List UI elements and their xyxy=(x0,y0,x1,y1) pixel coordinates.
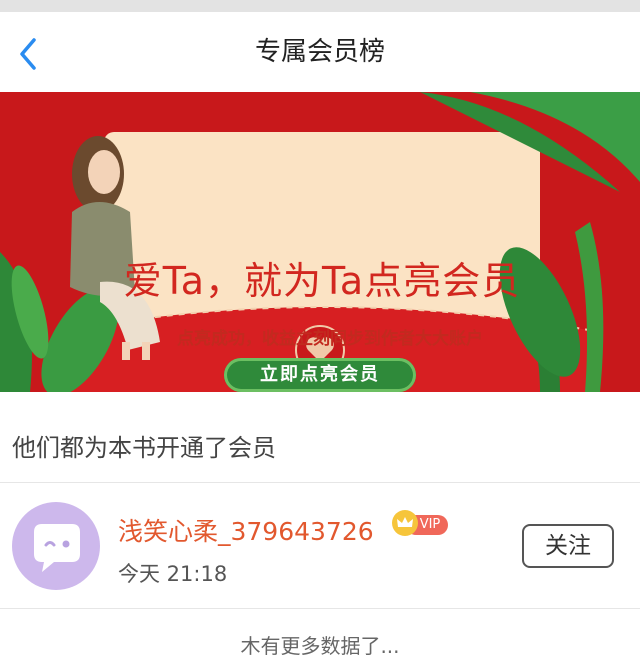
member-list-item[interactable]: 浅笑心柔_379643726 VIP 今天 21:18 关注 xyxy=(0,488,640,608)
banner-subtitle: 点亮成功，收益立刻同步到作者大大账户 xyxy=(177,329,483,349)
banner-headline: 爱Ta，就为Ta点亮会员 xyxy=(123,259,521,303)
follow-button[interactable]: 关注 xyxy=(522,524,614,568)
page-title: 专属会员榜 xyxy=(254,37,385,67)
divider xyxy=(0,482,640,483)
divider xyxy=(0,608,640,609)
member-timestamp: 今天 21:18 xyxy=(118,562,228,586)
promo-banner[interactable]: 爱Ta，就为Ta点亮会员 点亮成功，收益立刻同步到作者大大账户 立即点亮会员 xyxy=(0,92,640,392)
no-more-data-text: 木有更多数据了... xyxy=(240,634,400,656)
chevron-left-icon xyxy=(20,38,36,70)
section-title: 他们都为本书开通了会员 xyxy=(12,434,276,462)
member-name[interactable]: 浅笑心柔_379643726 xyxy=(118,512,374,548)
crown-icon xyxy=(392,510,418,536)
back-button[interactable] xyxy=(12,34,48,74)
activate-membership-button[interactable]: 立即点亮会员 xyxy=(224,358,416,392)
avatar[interactable] xyxy=(12,502,100,590)
chat-bubble-icon xyxy=(34,524,80,572)
vip-badge: VIP xyxy=(392,510,452,538)
top-navbar: 专属会员榜 xyxy=(0,12,640,92)
